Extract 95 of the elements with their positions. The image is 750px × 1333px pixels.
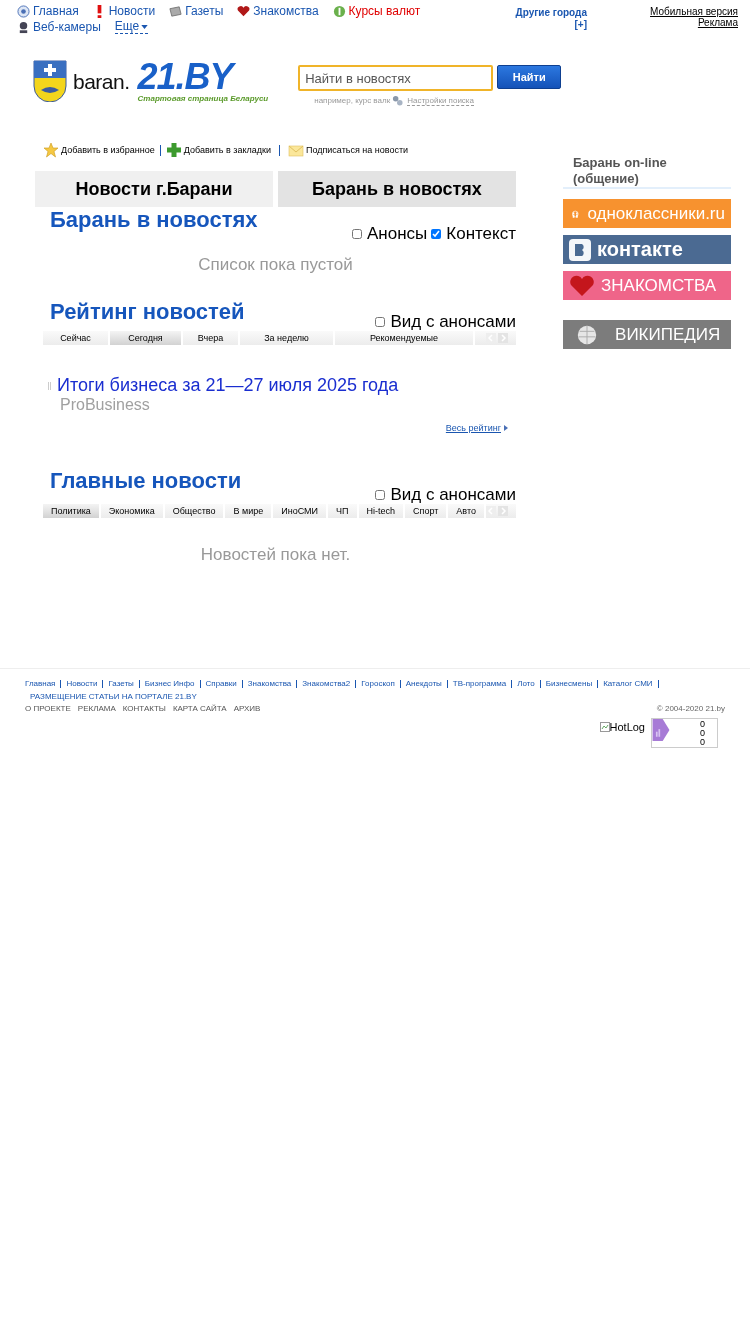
- checkbox[interactable]: [352, 229, 362, 239]
- footer-link[interactable]: Гороскоп: [361, 678, 395, 689]
- footer-link[interactable]: АРХИВ: [233, 704, 261, 713]
- news-source: ProBusiness: [60, 396, 151, 414]
- empty-message: Список пока пустой: [197, 255, 354, 275]
- section-title: Главные новости: [50, 468, 242, 494]
- footer-link[interactable]: КАРТА САЙТА: [172, 704, 227, 713]
- caret-icon: [141, 24, 149, 29]
- footer-link[interactable]: Знакомства2: [302, 678, 351, 689]
- tab[interactable]: Общество: [164, 504, 226, 518]
- full-rating-link[interactable]: Весь рейтинг: [445, 423, 501, 433]
- footer-link[interactable]: О ПРОЕКТЕ: [25, 704, 71, 713]
- nav-link[interactable]: Веб-камеры: [17, 20, 101, 34]
- tab[interactable]: Экономика: [100, 504, 165, 518]
- webcam-icon: [17, 20, 30, 34]
- search-hint: например, курс валк: [314, 96, 391, 105]
- footer-link[interactable]: Каталог СМИ: [603, 678, 653, 689]
- footer-link[interactable]: Лото: [517, 678, 535, 689]
- chart-icon: [652, 719, 670, 741]
- letter-b-icon: [569, 238, 591, 261]
- visit-counter[interactable]: 0 0 0: [651, 718, 718, 748]
- tab[interactable]: Hi-tech: [358, 504, 405, 518]
- globe-icon: [17, 4, 30, 18]
- nav-link[interactable]: Курсы валют: [332, 4, 421, 18]
- section-tab[interactable]: Новости г.Барани: [35, 171, 273, 207]
- money-icon: [332, 4, 346, 18]
- other-cities-link[interactable]: Другие города: [515, 7, 587, 19]
- checkbox-label: Вид с анонсами: [390, 312, 516, 332]
- mobile-version-link[interactable]: Мобильная версия: [650, 6, 738, 17]
- checkbox-label: Вид с анонсами: [390, 485, 516, 505]
- more-dropdown[interactable]: Еще: [114, 20, 149, 34]
- image-alt-text: HotLog: [609, 721, 645, 733]
- triangle-icon: [504, 425, 508, 431]
- footer-link[interactable]: Знакомства: [247, 678, 292, 689]
- action-link[interactable]: Добавить в избранное: [43, 142, 155, 158]
- footer-link[interactable]: Анекдоты: [405, 678, 442, 689]
- plus-icon: [165, 142, 182, 158]
- footer-link[interactable]: Главная: [25, 678, 56, 689]
- sidebar-title: Барань on-line (общение): [563, 155, 731, 189]
- tab[interactable]: В мире: [225, 504, 274, 518]
- nav-link[interactable]: Главная: [17, 4, 79, 18]
- envelope-icon: [287, 142, 304, 158]
- footer-link[interactable]: РЕКЛАМА: [77, 704, 116, 713]
- checkbox[interactable]: [375, 317, 386, 327]
- tab[interactable]: Вчера: [183, 331, 240, 345]
- tab[interactable]: Сегодня: [110, 331, 183, 345]
- star-icon: [43, 142, 59, 158]
- action-link[interactable]: Подписаться на новости: [287, 142, 409, 158]
- tab[interactable]: Политика: [43, 504, 101, 518]
- nav-link[interactable]: Новости: [92, 4, 156, 18]
- footer-link[interactable]: РАЗМЕЩЕНИЕ СТАТЬИ НА ПОРТАЛЕ 21.BY: [30, 692, 750, 701]
- bullet-icon: [48, 382, 51, 390]
- city-logo-text: baran.: [73, 70, 130, 94]
- expand-toggle[interactable]: [+]: [574, 19, 587, 31]
- newspaper-icon: [169, 4, 183, 18]
- checkbox[interactable]: [431, 229, 442, 239]
- checkbox[interactable]: [375, 490, 386, 500]
- footer-link[interactable]: Новости: [66, 678, 98, 689]
- tab[interactable]: За неделю: [240, 331, 335, 345]
- copyright: © 2004-2020 21.by: [656, 704, 725, 713]
- checkbox-label: Анонсы: [367, 224, 428, 244]
- tab[interactable]: Спорт: [405, 504, 449, 518]
- section-tab[interactable]: Барань в новостях: [278, 171, 516, 207]
- footer-link[interactable]: Бизнесмены: [545, 678, 593, 689]
- footer-link[interactable]: Газеты: [108, 678, 134, 689]
- checkbox-label: Контекст: [446, 224, 516, 244]
- footer-link[interactable]: ТВ-программа: [452, 678, 507, 689]
- action-link[interactable]: Добавить в закладки: [165, 142, 271, 158]
- empty-message: Новостей пока нет.: [199, 545, 352, 565]
- slogan: Стартовая страница Беларуси: [137, 94, 269, 103]
- heart-icon: [569, 274, 595, 297]
- ads-link[interactable]: Реклама: [697, 17, 738, 28]
- section-title: Барань в новостях: [50, 207, 258, 233]
- nav-link[interactable]: Газеты: [169, 4, 224, 18]
- site-logo[interactable]: 21.BY: [137, 60, 269, 94]
- broken-image-icon: [599, 722, 610, 732]
- search-field[interactable]: Найти в новостях: [298, 65, 494, 91]
- banner-link[interactable]: ВИКИПЕДИЯ: [563, 320, 731, 349]
- search-button[interactable]: Найти: [497, 65, 562, 89]
- tab[interactable]: ИноСМИ: [273, 504, 329, 518]
- banner-link[interactable]: контакте: [563, 235, 731, 264]
- gears-icon: [392, 95, 404, 106]
- footer-link[interactable]: Бизнес Инфо: [144, 678, 195, 689]
- counter-value: 0: [700, 738, 705, 747]
- footer-link[interactable]: Справки: [205, 678, 237, 689]
- section-title: Рейтинг новостей: [50, 299, 245, 325]
- tab[interactable]: Рекомендуемые: [335, 331, 475, 345]
- footer-link[interactable]: КОНТАКТЫ: [122, 704, 166, 713]
- counter-value: 0: [700, 720, 705, 729]
- news-headline-link[interactable]: Итоги бизнеса за 21—27 июля 2025 года: [57, 375, 399, 396]
- nav-link[interactable]: Знакомства: [237, 4, 319, 18]
- heart-icon: [237, 4, 251, 18]
- tab[interactable]: ЧП: [328, 504, 359, 518]
- counter-value: 0: [700, 729, 705, 738]
- coat-of-arms-icon: [33, 60, 67, 102]
